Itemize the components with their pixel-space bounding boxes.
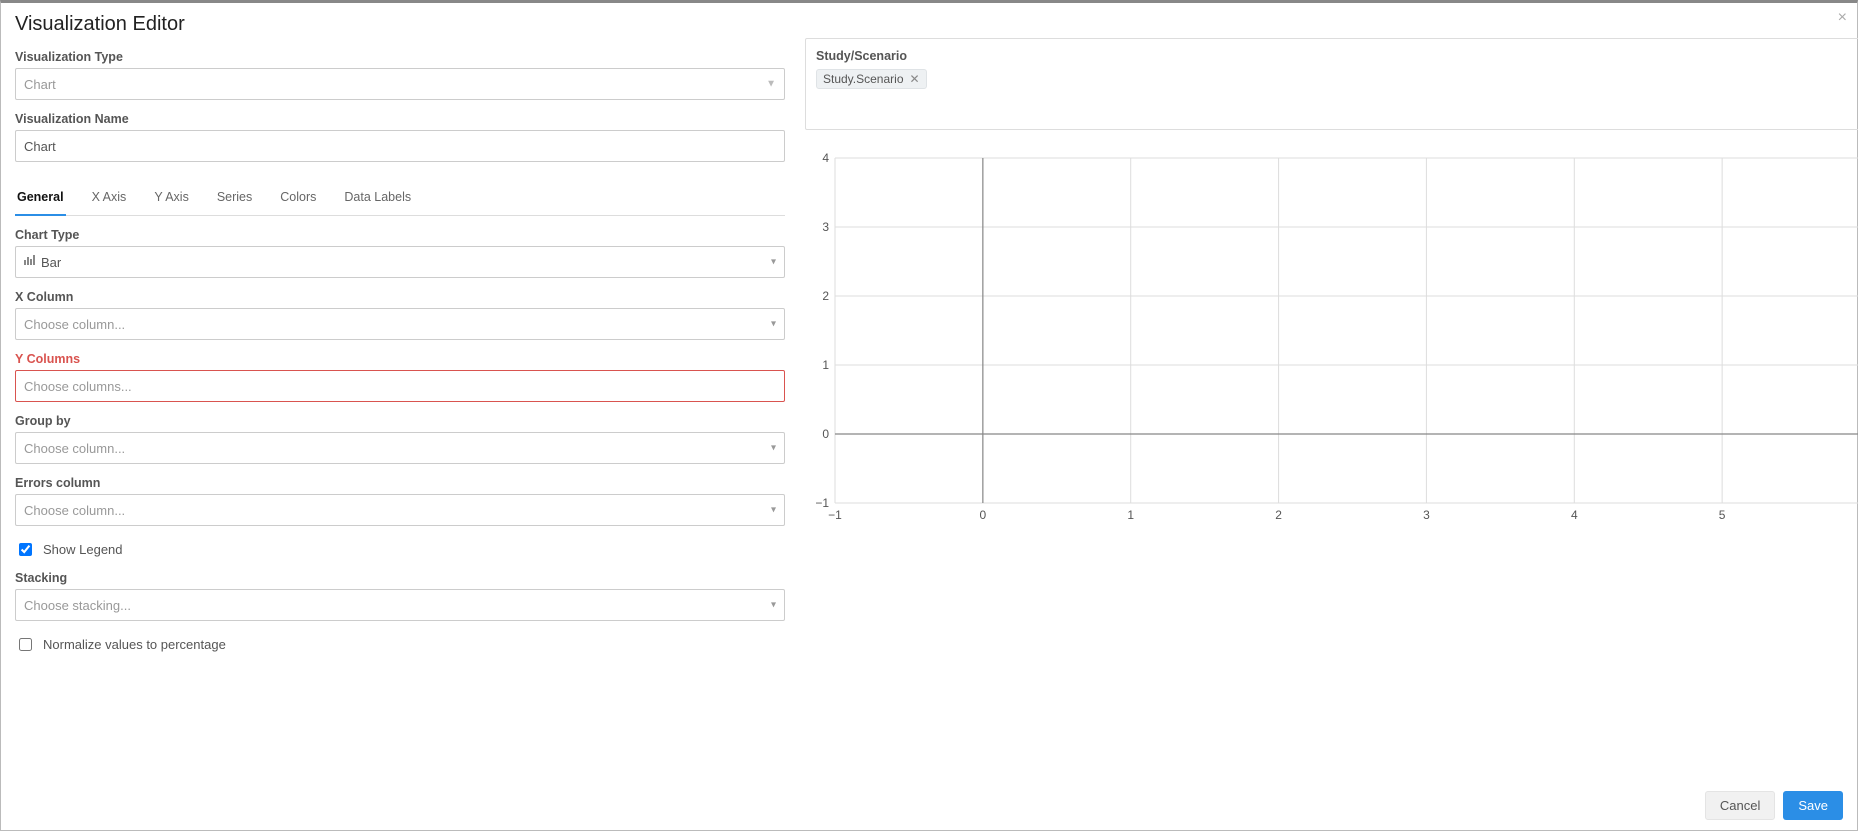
visualization-type-label: Visualization Type xyxy=(15,50,785,64)
normalize-checkbox[interactable] xyxy=(19,638,32,651)
show-legend-label: Show Legend xyxy=(43,542,123,557)
x-column-label: X Column xyxy=(15,290,785,304)
svg-text:−1: −1 xyxy=(815,496,829,510)
bar-chart-icon xyxy=(24,255,35,269)
tab-data-labels[interactable]: Data Labels xyxy=(342,184,413,215)
group-by-label: Group by xyxy=(15,414,785,428)
modal-title: Visualization Editor xyxy=(1,3,1857,38)
tab-series[interactable]: Series xyxy=(215,184,254,215)
chevron-down-icon: ▾ xyxy=(771,443,776,454)
chevron-down-icon: ▾ xyxy=(771,257,776,268)
svg-text:1: 1 xyxy=(1127,508,1134,522)
visualization-name-value: Chart xyxy=(24,139,56,154)
scenario-label: Study/Scenario xyxy=(816,49,1858,63)
chart-type-select[interactable]: Bar ▾ xyxy=(15,246,785,278)
y-columns-placeholder: Choose columns... xyxy=(24,379,132,394)
stacking-label: Stacking xyxy=(15,571,785,585)
chevron-down-icon: ▾ xyxy=(771,505,776,516)
modal-footer: Cancel Save xyxy=(1705,791,1843,820)
chart-type-label: Chart Type xyxy=(15,228,785,242)
settings-tabs: General X Axis Y Axis Series Colors Data… xyxy=(15,184,785,216)
chevron-down-icon: ▼ xyxy=(766,79,776,90)
visualization-name-label: Visualization Name xyxy=(15,112,785,126)
tab-x-axis[interactable]: X Axis xyxy=(90,184,129,215)
svg-text:5: 5 xyxy=(1719,508,1726,522)
preview-panel: Study/Scenario Study.Scenario ✕ −1 0 1 2 3 4 5… xyxy=(805,38,1858,654)
x-column-placeholder: Choose column... xyxy=(24,317,125,332)
visualization-editor-modal: × Visualization Editor Visualization Typ… xyxy=(0,0,1858,831)
group-by-select[interactable]: Choose column... ▾ xyxy=(15,432,785,464)
save-button[interactable]: Save xyxy=(1783,791,1843,820)
x-column-select[interactable]: Choose column... ▾ xyxy=(15,308,785,340)
visualization-type-select[interactable]: Chart ▼ xyxy=(15,68,785,100)
svg-text:3: 3 xyxy=(822,220,829,234)
close-icon[interactable]: ✕ xyxy=(910,72,920,86)
stacking-placeholder: Choose stacking... xyxy=(24,598,131,613)
chevron-down-icon: ▾ xyxy=(771,600,776,611)
cancel-button[interactable]: Cancel xyxy=(1705,791,1775,820)
chevron-down-icon: ▾ xyxy=(771,319,776,330)
errors-column-placeholder: Choose column... xyxy=(24,503,125,518)
chart-preview: −10123456−101234 xyxy=(805,148,1858,528)
group-by-placeholder: Choose column... xyxy=(24,441,125,456)
close-icon[interactable]: × xyxy=(1838,9,1847,27)
scenario-chip[interactable]: Study.Scenario ✕ xyxy=(816,69,927,89)
errors-column-label: Errors column xyxy=(15,476,785,490)
svg-text:2: 2 xyxy=(1275,508,1282,522)
visualization-name-input[interactable]: Chart xyxy=(15,130,785,162)
visualization-type-value: Chart xyxy=(24,77,56,92)
svg-text:2: 2 xyxy=(822,289,829,303)
scenario-box: Study/Scenario Study.Scenario ✕ xyxy=(805,38,1858,130)
chart-type-value: Bar xyxy=(41,255,61,270)
show-legend-checkbox[interactable] xyxy=(19,543,32,556)
tab-colors[interactable]: Colors xyxy=(278,184,318,215)
stacking-select[interactable]: Choose stacking... ▾ xyxy=(15,589,785,621)
svg-text:4: 4 xyxy=(1571,508,1578,522)
tab-general[interactable]: General xyxy=(15,184,66,216)
y-columns-label: Y Columns xyxy=(15,352,785,366)
settings-panel: Visualization Type Chart ▼ Visualization… xyxy=(15,38,785,654)
svg-text:0: 0 xyxy=(822,427,829,441)
normalize-label: Normalize values to percentage xyxy=(43,637,226,652)
svg-text:1: 1 xyxy=(822,358,829,372)
svg-text:4: 4 xyxy=(822,151,829,165)
scenario-chip-text: Study.Scenario xyxy=(823,72,904,86)
svg-text:0: 0 xyxy=(980,508,987,522)
y-columns-select[interactable]: Choose columns... xyxy=(15,370,785,402)
tab-y-axis[interactable]: Y Axis xyxy=(152,184,191,215)
svg-text:−1: −1 xyxy=(828,508,842,522)
errors-column-select[interactable]: Choose column... ▾ xyxy=(15,494,785,526)
svg-text:3: 3 xyxy=(1423,508,1430,522)
chart-svg: −10123456−101234 xyxy=(805,148,1858,528)
